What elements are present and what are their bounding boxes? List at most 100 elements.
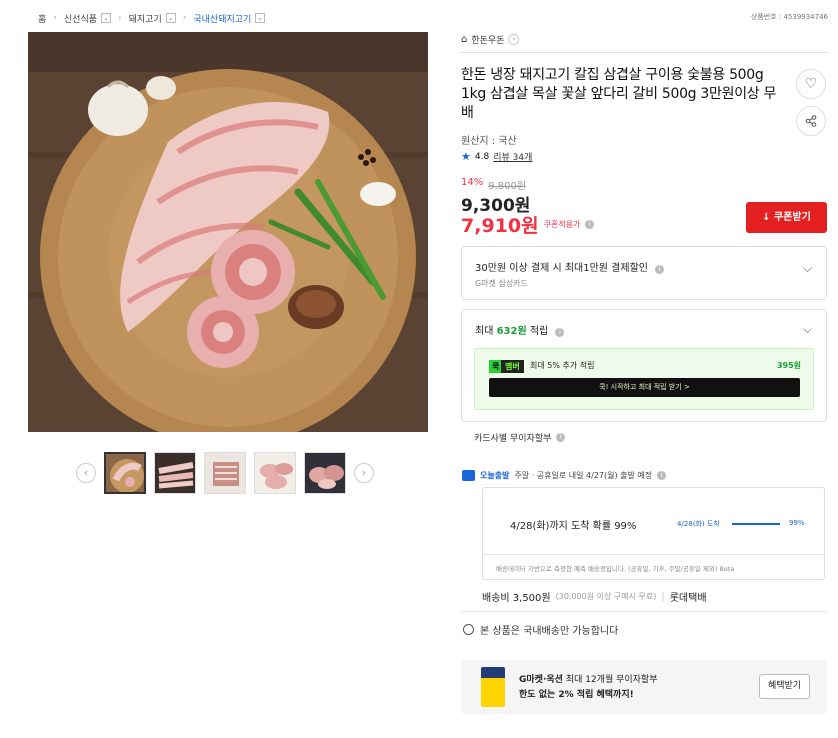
info-icon[interactable]: i — [657, 471, 667, 480]
promo-line-2: 한도 없는 2% 적립 혜택까지! — [519, 690, 634, 700]
breadcrumb-separator-icon: › — [118, 13, 122, 23]
rating: ★ 4.8 리뷰 34개 — [461, 150, 532, 163]
thumbnail-image — [205, 453, 245, 493]
chevron-down-icon[interactable]: ⌵ — [803, 322, 812, 337]
card-benefit-subtitle: G마켓 삼성카드 — [475, 279, 528, 288]
breadcrumb-home[interactable]: 홈 — [38, 12, 46, 25]
member-benefit-text: 최대 5% 추가 적립 — [530, 361, 595, 370]
breadcrumb-separator-icon: › — [53, 13, 57, 23]
chevron-down-icon[interactable]: ⌄ — [255, 13, 266, 23]
coupon-price-label: 쿠폰적용가 — [543, 220, 581, 229]
truck-icon — [462, 470, 475, 481]
brand-name: 한돈우돈 — [471, 36, 505, 46]
chevron-left-icon[interactable]: ‹ — [76, 463, 96, 483]
separator: | — [661, 591, 665, 602]
delivery-estimate-box: 4/28(화)까지 도착 확률 99% 4/28(화) 도착 99% 배송데이터… — [482, 487, 825, 580]
main-product-image[interactable] — [28, 32, 428, 432]
thumbnail-4[interactable] — [254, 452, 296, 494]
points-title: 최대 632원 적립 i — [475, 322, 565, 337]
benefit-button[interactable]: 혜택받기 — [759, 674, 810, 699]
thumbnail-strip: ‹ › — [76, 452, 374, 494]
breadcrumb-separator-icon: › — [182, 13, 187, 23]
coupon-button-label: 쿠폰받기 — [774, 212, 811, 223]
thumbnail-image — [155, 453, 195, 493]
promo-line-1: G마켓·옥션 최대 12개월 무이자할부 — [519, 672, 658, 685]
card-benefit-panel[interactable]: 30만원 이상 결제 시 최대1만원 결제할인 i G마켓 삼성카드 ⌵ — [461, 246, 827, 300]
info-icon[interactable]: i — [585, 220, 595, 229]
domestic-shipping-notice: 본 상품은 국내배송만 가능합니다 — [463, 622, 618, 637]
delivery-eta: 4/28(화)까지 도착 확률 99% — [510, 521, 637, 532]
divider — [461, 52, 827, 53]
member-benefit-value: 395원 — [776, 361, 801, 370]
chevron-right-icon[interactable]: › — [354, 463, 374, 483]
breadcrumb-domestic-pork[interactable]: 국내산돼지고기 — [193, 12, 251, 25]
thumbnail-2[interactable] — [154, 452, 196, 494]
member-benefit-box: 쿡 멤버 최대 5% 추가 적립 395원 쿡! 시작하고 최대 적립 받기 > — [474, 348, 814, 410]
points-amount: 632원 — [496, 326, 527, 337]
credit-card-icon — [481, 667, 505, 707]
shipping-row: 오늘출발 주말 · 공휴일로 내일 4/27(월) 출발 예정 i — [462, 470, 667, 481]
shipping-fee: 배송비 3,500원 — [482, 593, 551, 604]
breadcrumb-pork[interactable]: 돼지고기 — [129, 12, 162, 25]
points-prefix: 최대 — [475, 326, 497, 337]
info-icon[interactable]: i — [555, 328, 565, 337]
shipping-fee-row: 배송비 3,500원 (30,000원 이상 구매시 무료) | 롯데택배 — [482, 589, 707, 604]
chevron-down-icon[interactable]: ⌄ — [101, 13, 112, 23]
info-icon[interactable]: i — [655, 265, 665, 274]
download-icon: ↓ — [762, 212, 775, 223]
card-benefit-title-text: 30만원 이상 결제 시 최대1만원 결제할인 — [475, 263, 648, 274]
installment-info: 카드사별 무이자할부 i — [474, 431, 566, 444]
heart-icon[interactable]: ♡ — [796, 69, 826, 99]
delivery-probability-pct: 99% — [789, 519, 805, 527]
card-benefit-title: 30만원 이상 결제 시 최대1만원 결제할인 i — [475, 259, 665, 274]
shipping-fee-note: (30,000원 이상 구매시 무료) — [555, 592, 657, 601]
points-suffix: 적립 — [526, 326, 549, 337]
divider — [483, 554, 824, 555]
domestic-text: 본 상품은 국내배송만 가능합니다 — [480, 626, 619, 637]
chevron-down-icon[interactable]: ⌵ — [803, 261, 812, 276]
discount-percent: 14% — [461, 177, 484, 188]
product-title: 한돈 냉장 돼지고기 칼집 삼겹살 구이용 숯불용 500g 1kg 삼겹살 목… — [461, 67, 777, 121]
brand-link[interactable]: ⌂ 한돈우돈 › — [461, 33, 520, 46]
chevron-down-icon[interactable]: ⌄ — [165, 13, 176, 23]
pork-belly-photo — [28, 32, 428, 432]
share-glyph — [805, 115, 817, 127]
product-number: 상품번호 : 4539934746 — [750, 13, 828, 21]
discount-row: 14% 9,800원 — [461, 177, 526, 192]
thumbnail-image — [106, 454, 144, 492]
breadcrumb: 홈 › 신선식품 ⌄ › 돼지고기 ⌄ › 국내산돼지고기 ⌄ — [38, 10, 266, 26]
member-cta-button[interactable]: 쿡! 시작하고 최대 적립 받기 > — [489, 378, 800, 397]
member-badge: 멤버 — [501, 360, 524, 373]
thumbnail-3[interactable] — [204, 452, 246, 494]
delivery-note: 배송데이터 기반으로 측정한 예측 배송정입니다. (공휴일, 기후, 주말/공… — [496, 565, 735, 573]
globe-icon — [463, 624, 474, 635]
thumbnail-image — [255, 453, 295, 493]
home-icon: ⌂ — [461, 34, 468, 45]
rating-score: 4.8 — [474, 151, 490, 162]
card-promo-banner: G마켓·옥션 최대 12개월 무이자할부 한도 없는 2% 적립 혜택까지! 혜… — [461, 660, 827, 714]
review-link[interactable]: 리뷰 34개 — [493, 150, 532, 163]
promo-brand: G마켓·옥션 — [519, 675, 563, 685]
origin-info: 원산지 : 국산 — [461, 136, 517, 147]
share-icon[interactable] — [796, 106, 826, 136]
promo-line-1-text: 최대 12개월 무이자할부 — [562, 675, 658, 685]
divider — [461, 611, 827, 612]
thumbnail-image — [305, 453, 345, 493]
thumbnail-5[interactable] — [304, 452, 346, 494]
original-price: 9,800원 — [488, 181, 527, 192]
today-ship-tag: 오늘출발 — [480, 471, 510, 480]
thumbnail-1[interactable] — [104, 452, 146, 494]
coupon-price-row: 7,910원 쿠폰적용가 i — [461, 211, 595, 238]
chevron-right-icon: › — [508, 34, 520, 45]
delivery-probability-bar — [732, 523, 780, 525]
info-icon[interactable]: i — [556, 433, 566, 442]
star-icon: ★ — [461, 150, 471, 163]
delivery-eta-small: 4/28(화) 도착 — [677, 520, 720, 528]
installment-text: 카드사별 무이자할부 — [474, 434, 552, 444]
breadcrumb-fresh-food[interactable]: 신선식품 — [64, 12, 97, 25]
coupon-price: 7,910원 — [461, 215, 539, 237]
carrier: 롯데택배 — [669, 593, 707, 604]
coupon-button[interactable]: ↓ 쿠폰받기 — [746, 202, 827, 233]
points-panel: 최대 632원 적립 i ⌵ 쿡 멤버 최대 5% 추가 적립 395원 쿡! … — [461, 309, 827, 422]
shipping-text: 주말 · 공휴일로 내일 4/27(월) 출발 예정 — [514, 471, 653, 480]
